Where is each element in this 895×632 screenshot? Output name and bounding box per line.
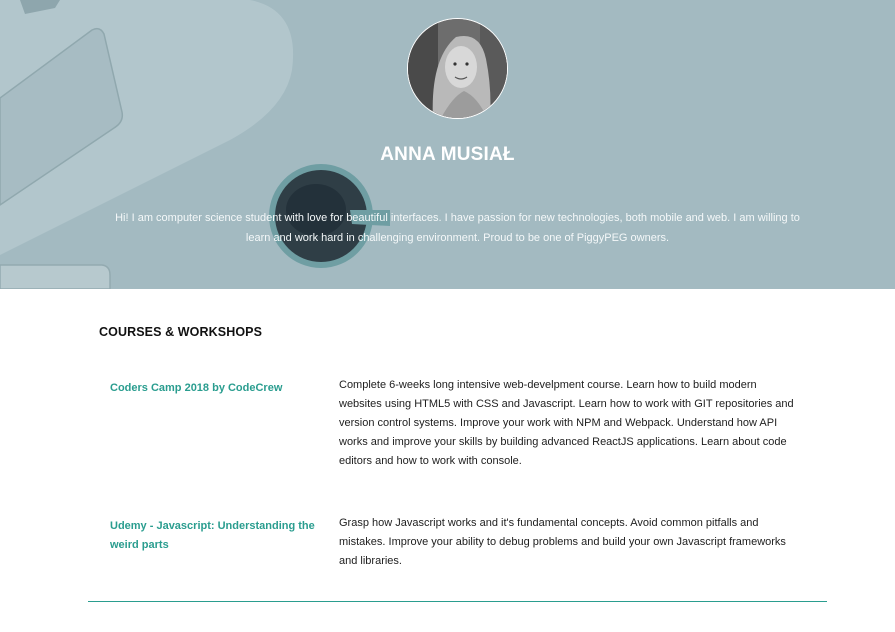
avatar-photo — [408, 19, 507, 118]
course-name: Udemy - Javascript: Understanding the we… — [110, 520, 315, 551]
profile-avatar — [407, 18, 508, 119]
profile-bio: Hi! I am computer science student with l… — [115, 212, 800, 244]
profile-name: ANNA MUSIAŁ — [380, 144, 515, 165]
course-description: Grasp how Javascript works and it's fund… — [339, 517, 786, 567]
course-name: Coders Camp 2018 by CodeCrew — [110, 382, 283, 394]
course-description: Complete 6-weeks long intensive web-deve… — [339, 379, 794, 467]
section-divider — [88, 601, 827, 602]
section-title: COURSES & WORKSHOPS — [99, 325, 263, 339]
hero-header: ANNA MUSIAŁ Hi! I am computer science st… — [0, 0, 895, 289]
